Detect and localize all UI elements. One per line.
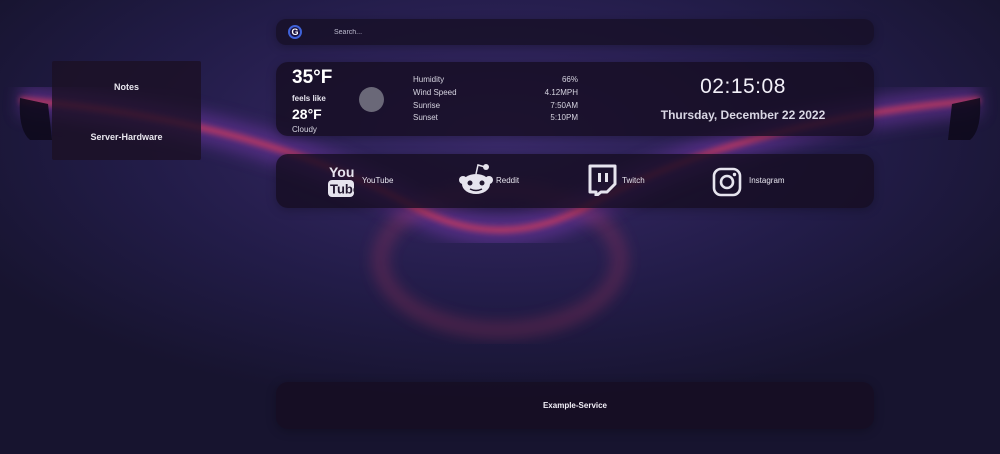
sunset-value: 5:10PM	[550, 113, 578, 122]
search-bar: G	[276, 19, 874, 45]
sunrise-label: Sunrise	[413, 101, 441, 110]
link-instagram-label: Instagram	[749, 176, 785, 185]
clock-date: Thursday, December 22 2022	[660, 108, 826, 122]
sunset-label: Sunset	[413, 113, 438, 122]
clock-time: 02:15:08	[700, 75, 786, 98]
quick-links-panel: You Tube YouTube Reddit Twitch	[276, 154, 874, 208]
link-reddit[interactable]: Reddit	[458, 154, 538, 208]
weather-condition: Cloudy	[292, 125, 317, 134]
humidity-value: 66%	[561, 75, 578, 84]
link-twitch[interactable]: Twitch	[587, 154, 667, 208]
humidity-label: Humidity	[413, 75, 445, 84]
link-youtube[interactable]: You Tube YouTube	[326, 154, 406, 208]
moon-icon	[359, 87, 384, 112]
temperature: 35°F	[292, 67, 333, 88]
sidebar-item-server-hardware[interactable]: Server-Hardware	[52, 132, 201, 142]
svg-text:Tube: Tube	[330, 182, 356, 197]
link-reddit-label: Reddit	[496, 176, 520, 185]
youtube-icon: You Tube	[328, 164, 356, 197]
link-instagram[interactable]: Instagram	[712, 154, 812, 208]
link-youtube-label: YouTube	[362, 176, 394, 185]
feels-like-value: 28°F	[292, 106, 322, 122]
service-example[interactable]: Example-Service	[276, 401, 874, 410]
sidebar: Notes Server-Hardware	[52, 61, 201, 160]
twitch-icon	[588, 164, 617, 196]
reddit-icon	[459, 164, 493, 194]
sidebar-item-notes[interactable]: Notes	[52, 82, 201, 92]
service-panel: Example-Service	[276, 382, 874, 429]
feels-like-label: feels like	[292, 94, 326, 103]
weather-clock-panel: 35°F feels like 28°F Cloudy Humidity 66%…	[276, 62, 874, 136]
wind-speed-label: Wind Speed	[413, 88, 457, 97]
search-input[interactable]	[334, 25, 834, 39]
google-g-icon[interactable]: G	[288, 25, 302, 39]
svg-text:You: You	[329, 164, 354, 180]
sunrise-value: 7:50AM	[550, 101, 578, 110]
link-twitch-label: Twitch	[622, 176, 645, 185]
wind-speed-value: 4.12MPH	[544, 88, 578, 97]
instagram-icon	[712, 167, 742, 197]
